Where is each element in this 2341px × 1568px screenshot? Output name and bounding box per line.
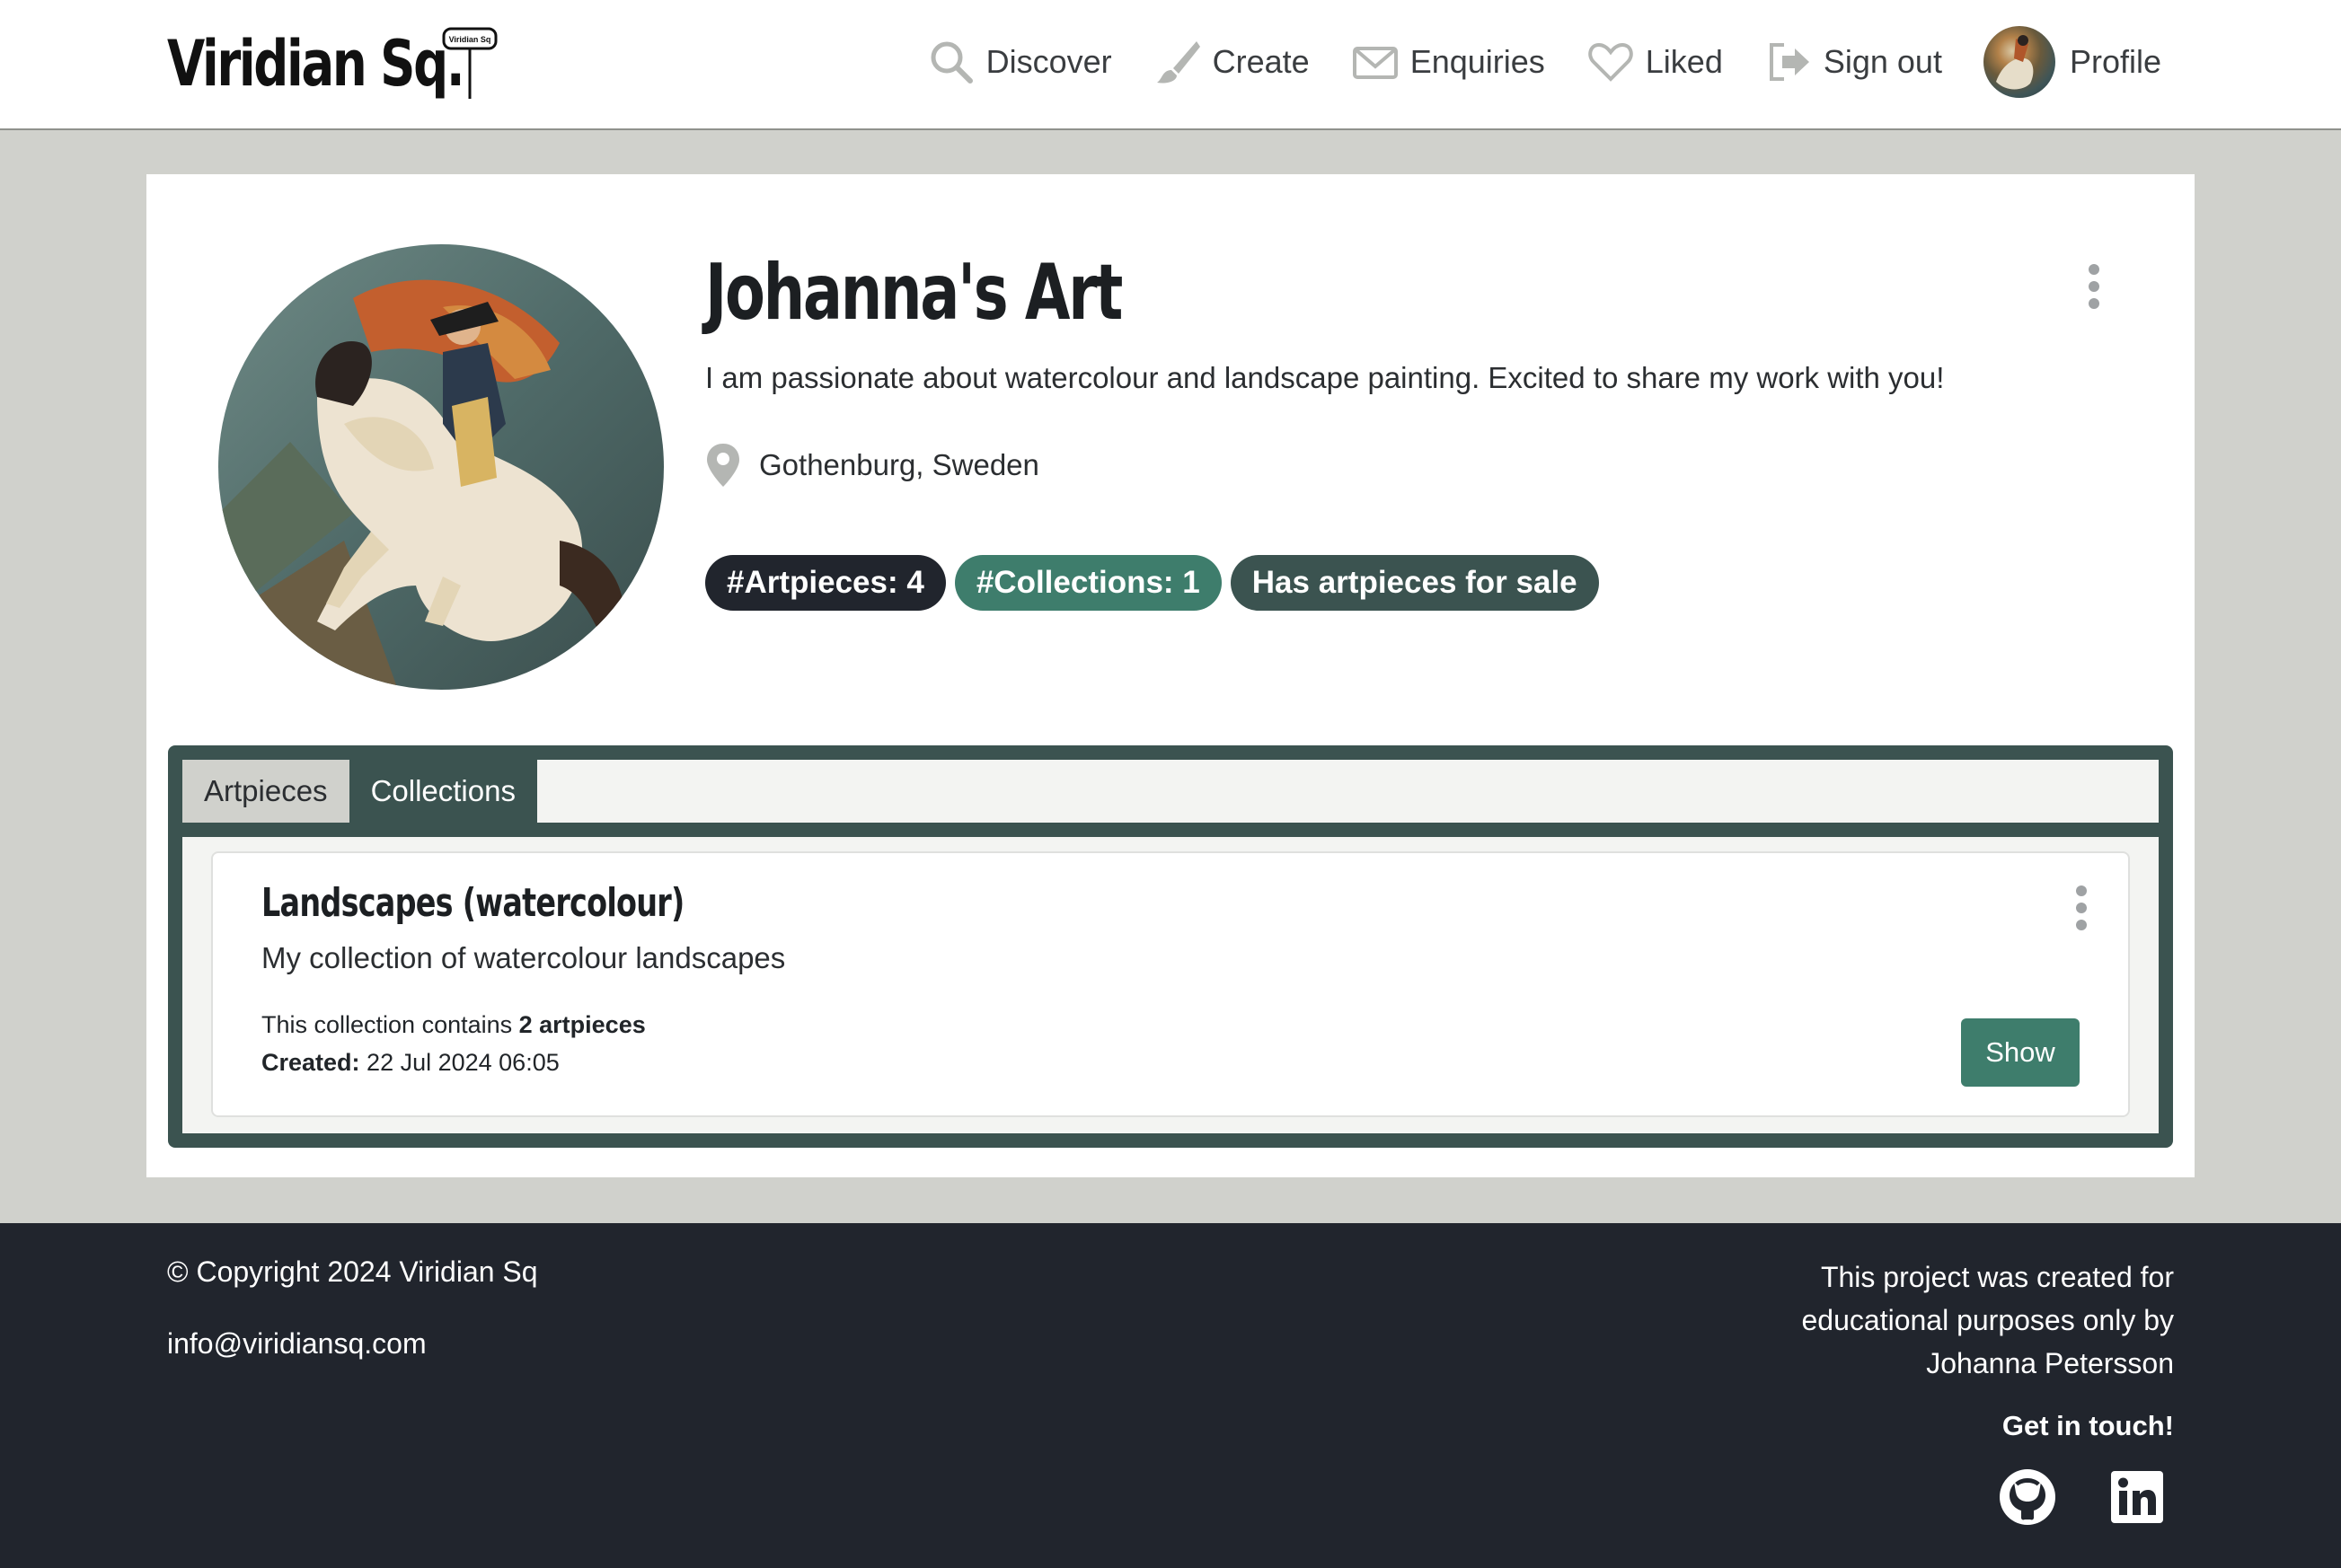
heart-icon — [1587, 42, 1633, 82]
footer-get-in-touch: Get in touch! — [2001, 1410, 2174, 1441]
nav-links: Discover Create Enquiries Liked Sign out… — [927, 25, 2161, 99]
badge-collections: #Collections: 1 — [954, 555, 1222, 611]
profile-bio: I am passionate about watercolour and la… — [705, 361, 1945, 394]
nav-liked-label: Liked — [1645, 43, 1723, 80]
collection-description: My collection of watercolour landscapes — [261, 941, 786, 974]
footer-email[interactable]: info@viridiansq.com — [167, 1327, 427, 1361]
collection-card: Landscapes (watercolour) My collection o… — [211, 851, 2130, 1117]
nav-sign-out-label: Sign out — [1823, 43, 1942, 80]
envelope-icon — [1352, 47, 1398, 79]
badge-artpieces: #Artpieces: 4 — [705, 555, 946, 611]
linkedin-icon[interactable] — [2107, 1467, 2167, 1527]
github-icon[interactable] — [1998, 1467, 2057, 1527]
search-icon — [931, 41, 973, 84]
tab-content: Landscapes (watercolour) My collection o… — [182, 837, 2159, 1133]
nav-sign-out[interactable]: Sign out — [1764, 38, 1942, 86]
show-button[interactable]: Show — [1961, 1018, 2080, 1087]
tab-bar: Artpieces Collections — [182, 760, 2159, 823]
nav-discover[interactable]: Discover — [927, 38, 1112, 86]
collection-created-value: 22 Jul 2024 06:05 — [367, 1049, 560, 1076]
location-pin-icon — [707, 444, 739, 487]
nav-enquiries[interactable]: Enquiries — [1351, 38, 1545, 86]
collection-created: Created: 22 Jul 2024 06:05 — [261, 1049, 560, 1077]
nav-enquiries-label: Enquiries — [1409, 43, 1545, 80]
profile-location: Gothenburg, Sweden — [705, 442, 1039, 489]
footer-copyright: © Copyright 2024 Viridian Sq — [167, 1255, 538, 1288]
brand-name: Viridian Sq. — [167, 27, 465, 101]
profile-options-menu-icon[interactable] — [2087, 264, 2101, 309]
profile-card: Johanna's Art I am passionate about wate… — [146, 174, 2195, 1177]
sign-out-icon — [1769, 43, 1809, 81]
collection-count: This collection contains 2 artpieces — [261, 1011, 646, 1039]
tab-collections[interactable]: Collections — [349, 760, 537, 823]
nav-liked[interactable]: Liked — [1586, 38, 1723, 86]
nav-profile[interactable]: Profile — [1983, 26, 2161, 98]
page-title: Johanna's Art — [705, 248, 1123, 338]
profile-picture — [218, 244, 664, 690]
collection-options-menu-icon[interactable] — [2074, 885, 2089, 930]
collection-count-value: 2 artpieces — [518, 1011, 646, 1038]
collection-title: Landscapes (watercolour) — [261, 880, 685, 926]
nav-discover-label: Discover — [985, 43, 1112, 80]
avatar — [1983, 26, 2055, 98]
location-text: Gothenburg, Sweden — [759, 448, 1039, 481]
tab-artpieces[interactable]: Artpieces — [182, 760, 349, 823]
brand-sign-text: Viridian Sq — [449, 35, 491, 44]
nav-profile-label: Profile — [2069, 43, 2161, 80]
tabs-panel: Artpieces Collections Landscapes (waterc… — [168, 745, 2173, 1148]
nav-create[interactable]: Create — [1153, 38, 1310, 86]
signpost-icon: Viridian Sq — [442, 27, 498, 99]
footer: © Copyright 2024 Viridian Sq info@viridi… — [0, 1223, 2341, 1568]
badge-for-sale: Has artpieces for sale — [1230, 555, 1599, 611]
paintbrush-icon — [1156, 41, 1200, 84]
brand-logo[interactable]: Viridian Sq. Viridian Sq — [167, 23, 546, 104]
navbar: Viridian Sq. Viridian Sq Discover Create — [0, 0, 2341, 130]
footer-note: This project was created for educational… — [1801, 1261, 2175, 1379]
collection-count-prefix: This collection contains — [261, 1011, 519, 1038]
collection-created-label: Created: — [261, 1049, 360, 1076]
profile-badges: #Artpieces: 4 #Collections: 1 Has artpie… — [705, 555, 1608, 611]
nav-create-label: Create — [1212, 43, 1310, 80]
